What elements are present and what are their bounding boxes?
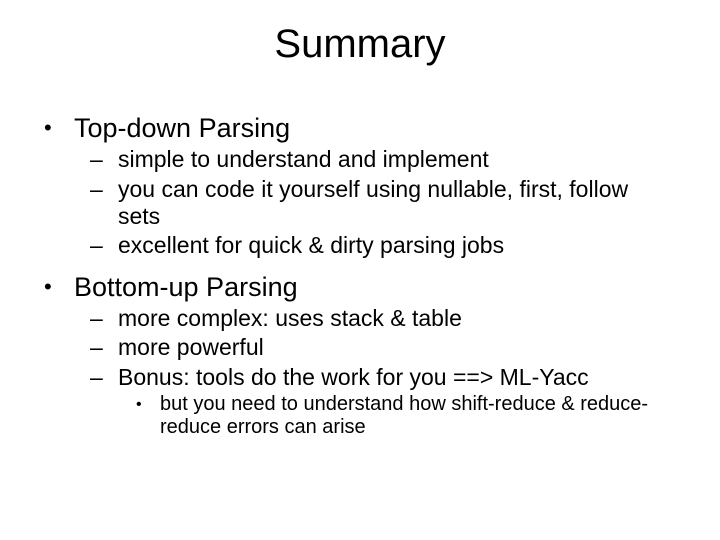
disc-bullet-icon: • — [44, 271, 74, 303]
dash-bullet-icon: – — [90, 334, 118, 361]
dash-bullet-icon: – — [90, 364, 118, 391]
disc-bullet-icon: • — [136, 393, 160, 440]
sub-bullet: – Bonus: tools do the work for you ==> M… — [90, 364, 676, 391]
sub-bullet: – more powerful — [90, 334, 676, 361]
sub-bullet: – more complex: uses stack & table — [90, 305, 676, 332]
sub-bullet-text: simple to understand and implement — [118, 146, 676, 173]
dash-bullet-icon: – — [90, 146, 118, 173]
sub-sub-bullet-text: but you need to understand how shift-red… — [160, 393, 676, 440]
sub-sub-bullet: • but you need to understand how shift-r… — [136, 393, 676, 440]
bullet-text: Top-down Parsing — [74, 112, 676, 144]
dash-bullet-icon: – — [90, 232, 118, 259]
sub-bullet-text: Bonus: tools do the work for you ==> ML-… — [118, 364, 676, 391]
sub-bullet: – simple to understand and implement — [90, 146, 676, 173]
slide-title: Summary — [0, 22, 720, 67]
bullet-text: Bottom-up Parsing — [74, 271, 676, 303]
dash-bullet-icon: – — [90, 305, 118, 332]
sub-bullet-text: you can code it yourself using nullable,… — [118, 176, 676, 230]
slide: Summary • Top-down Parsing – simple to u… — [0, 0, 720, 540]
sub-bullet: – you can code it yourself using nullabl… — [90, 176, 676, 230]
sub-bullet-text: more powerful — [118, 334, 676, 361]
slide-body: • Top-down Parsing – simple to understan… — [44, 108, 676, 440]
bullet-bottomup: • Bottom-up Parsing — [44, 271, 676, 303]
bullet-topdown: • Top-down Parsing — [44, 112, 676, 144]
sub-bullet: – excellent for quick & dirty parsing jo… — [90, 232, 676, 259]
disc-bullet-icon: • — [44, 112, 74, 144]
sub-bullet-text: excellent for quick & dirty parsing jobs — [118, 232, 676, 259]
sub-bullet-text: more complex: uses stack & table — [118, 305, 676, 332]
dash-bullet-icon: – — [90, 176, 118, 230]
